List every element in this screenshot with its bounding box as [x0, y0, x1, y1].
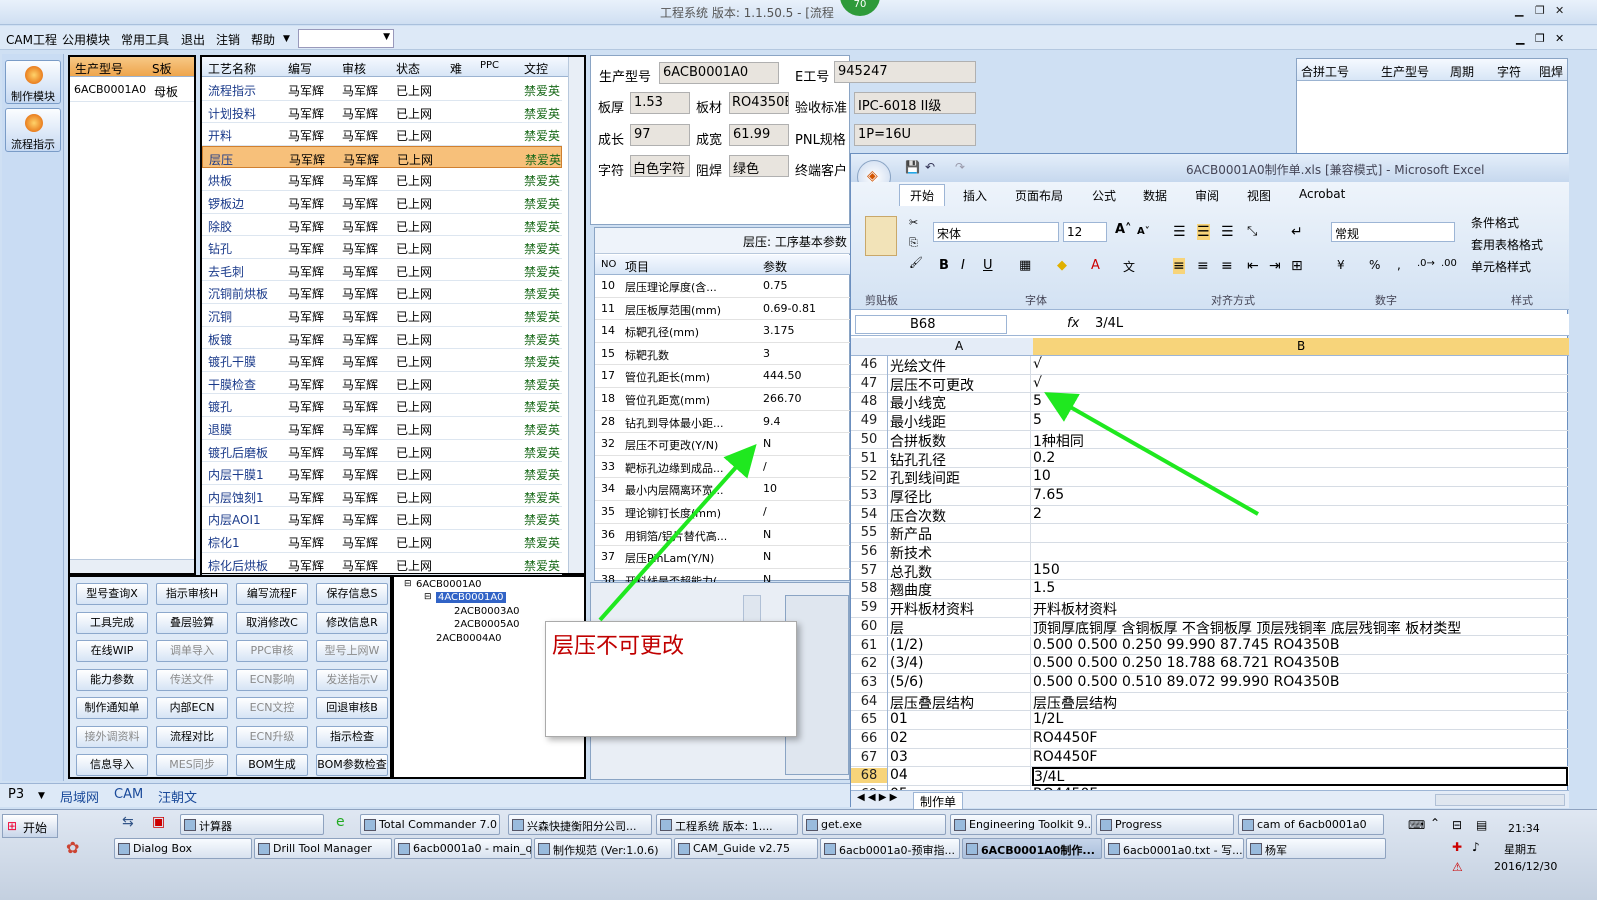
clock-time[interactable]: 21:34 — [1508, 822, 1540, 835]
tray-network-icon[interactable]: ⊟ — [1452, 818, 1462, 832]
app-icon — [806, 819, 818, 831]
tray-expand-icon[interactable]: ⌃ — [1430, 816, 1440, 830]
app-icon — [538, 843, 550, 855]
app-icon — [1100, 819, 1112, 831]
taskbar-item[interactable]: 6acb0001a0.txt - 写... — [1104, 838, 1244, 859]
app-icon — [118, 843, 130, 855]
taskbar-item[interactable]: 6acb0001a0-预审指... — [820, 838, 960, 859]
app-icon — [258, 843, 270, 855]
taskbar-item[interactable]: 工程系统 版本: 1.... — [656, 814, 798, 835]
app-icon — [398, 843, 410, 855]
taskbar-item[interactable]: get.exe — [802, 814, 946, 835]
app-icon — [512, 819, 524, 831]
app-icon — [364, 819, 376, 831]
app-icon — [954, 819, 966, 831]
taskbar-item[interactable]: 6ACB0001A0制作... — [962, 838, 1102, 859]
color-palette-icon[interactable]: ✿ — [66, 838, 79, 857]
clock-weekday: 星期五 — [1504, 843, 1537, 856]
taskbar-item[interactable]: 6acb0001a0 - main_qa — [394, 838, 532, 859]
taskbar-item[interactable]: Total Commander 7.0 ... — [360, 814, 500, 835]
taskbar-item[interactable]: CAM_Guide v2.75 — [674, 838, 818, 859]
status-lan[interactable]: 局域网 — [60, 787, 99, 806]
start-button[interactable]: ⊞ 开始 — [2, 814, 58, 838]
taskbar-item[interactable]: 杨军 — [1246, 838, 1386, 859]
app-icon — [1250, 843, 1262, 855]
tray-clipboard-icon[interactable]: ▤ — [1476, 818, 1487, 832]
app-icon — [678, 843, 690, 855]
taskbar-item[interactable]: Dialog Box — [114, 838, 252, 859]
taskbar-item[interactable]: Engineering Toolkit 9.... — [950, 814, 1092, 835]
annotation-arrows — [598, 392, 1259, 622]
windows-logo-icon: ⊞ — [7, 819, 18, 833]
status-user[interactable]: 汪朝文 — [158, 787, 197, 806]
app-icon — [1242, 819, 1254, 831]
app-icon — [824, 843, 836, 855]
arrow-to-param-row — [598, 444, 757, 622]
status-cam[interactable]: CAM — [114, 787, 143, 802]
taskbar-item[interactable]: 制作规范 (Ver:1.0.6) — [534, 838, 672, 859]
status-p3[interactable]: P3 — [8, 787, 24, 802]
app-icon — [184, 819, 196, 831]
taskbar-item[interactable]: 兴森快捷衡阳分公司... — [508, 814, 652, 835]
taskbar-item[interactable]: Drill Tool Manager — [254, 838, 392, 859]
pdf-icon[interactable]: ▣ — [152, 814, 165, 830]
ie-icon[interactable]: e — [336, 814, 345, 830]
taskbar-item[interactable]: Progress — [1096, 814, 1234, 835]
bottom-status-tabs: P3 ▼ 局域网 CAM 汪朝文 — [0, 783, 850, 807]
tray-app-icon[interactable]: ✚ — [1452, 840, 1462, 854]
tray-volume-icon[interactable]: ♪ — [1472, 840, 1480, 854]
app-icon — [966, 843, 978, 855]
tray-alert-icon[interactable]: ⚠ — [1452, 860, 1463, 874]
clock-date: 2016/12/30 — [1494, 860, 1558, 873]
taskbar-item[interactable]: 计算器 — [180, 814, 324, 835]
taskbar: ⊞ 开始 ✿ ⇆ ▣ e 计算器 Total Commander 7.0 ... 兴森… — [0, 809, 1597, 900]
tray-keyboard-icon[interactable]: ⌨ — [1408, 818, 1425, 832]
chevron-down-icon[interactable]: ▼ — [38, 791, 45, 801]
arrow-to-excel-cell — [1044, 392, 1259, 516]
quicklaunch-icon[interactable]: ⇆ — [122, 814, 134, 830]
app-icon — [1108, 843, 1120, 855]
app-icon — [660, 819, 672, 831]
taskbar-item[interactable]: cam of 6acb0001a0 — [1238, 814, 1384, 835]
